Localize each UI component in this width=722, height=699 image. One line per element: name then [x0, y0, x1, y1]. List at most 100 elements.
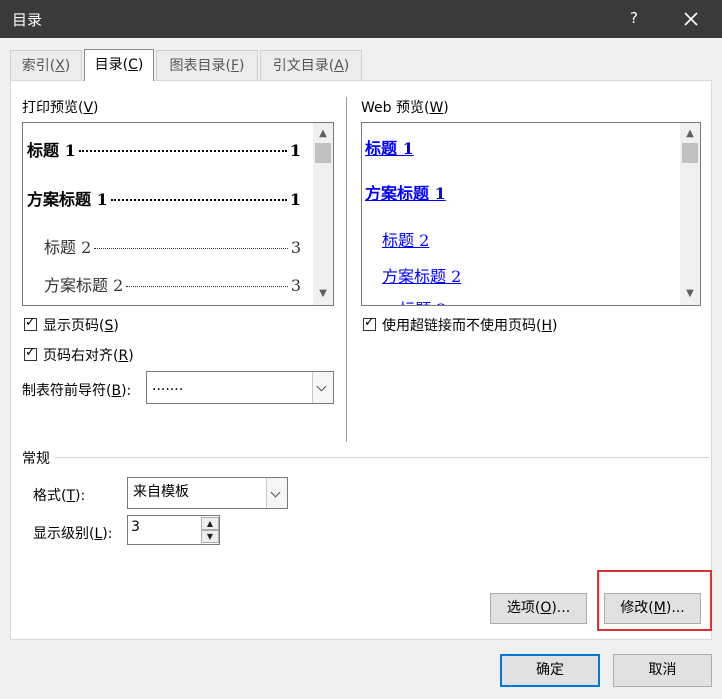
leader-dots	[110, 199, 287, 201]
tab-leader-select[interactable]: .......	[146, 371, 334, 404]
column-divider	[346, 97, 347, 442]
tab-label: 图表目录(	[169, 58, 231, 74]
label-text: 打印预览(	[22, 100, 84, 116]
group-divider	[55, 457, 710, 458]
web-preview-link[interactable]: 方案标题 1	[365, 180, 446, 204]
title-bar: 目录 ?	[0, 0, 722, 38]
dialog-title: 目录	[12, 11, 43, 29]
label-text: 使用超链接而不使用页码(	[382, 318, 542, 334]
web-preview-label: Web 预览(W)	[361, 97, 449, 117]
toc-panel: 打印预览(V) 标题 11 方案标题 11 标题 23 方案标题 23 ▲ ▼ …	[10, 80, 712, 640]
chevron-down-icon[interactable]	[312, 372, 333, 403]
print-preview-entry: 方案标题 2 3	[44, 272, 301, 296]
scroll-down-icon[interactable]: ▼	[313, 285, 333, 303]
web-preview-link[interactable]: 方案标题 2	[382, 263, 461, 287]
scroll-up-icon[interactable]: ▲	[313, 125, 333, 143]
tab-label-end: )	[343, 58, 350, 74]
format-label: 格式(T):	[33, 485, 85, 505]
scroll-thumb[interactable]	[315, 143, 331, 163]
chevron-down-icon[interactable]	[266, 478, 287, 508]
entry-text: 方案标题 1	[27, 190, 108, 209]
label-text: 格式(	[33, 488, 67, 504]
spinner-buttons: ▲ ▼	[201, 516, 219, 544]
right-align-label[interactable]: 页码右对齐(R)	[43, 345, 134, 365]
label-end: )	[93, 100, 99, 116]
button-label: 选项(	[506, 600, 541, 616]
tab-authorities[interactable]: 引文目录(A)	[260, 50, 362, 80]
highlight-annotation	[597, 570, 712, 631]
tab-label: 索引(	[21, 58, 56, 74]
leader-dots	[126, 286, 288, 287]
label-accesskey: V	[83, 100, 94, 116]
show-page-numbers-label[interactable]: 显示页码(S)	[43, 315, 119, 335]
web-preview-link[interactable]: 标题 3	[399, 296, 446, 305]
right-align-checkbox[interactable]	[24, 345, 37, 361]
label-accesskey: T	[66, 488, 76, 504]
entry-page: 1	[289, 141, 301, 160]
entry-text: 标题 2	[44, 238, 92, 257]
tab-toc[interactable]: 目录(C)	[84, 49, 154, 81]
tab-label-end: )	[64, 58, 71, 74]
web-preview-link[interactable]: 标题 1	[365, 135, 414, 159]
label-text: 页码右对齐(	[43, 348, 119, 364]
button-label-end: )...	[551, 600, 571, 616]
tab-leader-label: 制表符前导符(B):	[22, 380, 131, 400]
web-preview-box[interactable]: 标题 1 方案标题 1 标题 2 方案标题 2 标题 3 ▲ ▼	[361, 122, 701, 306]
help-button[interactable]: ?	[622, 6, 646, 30]
tab-label: 引文目录(	[272, 58, 335, 74]
general-heading: 常规	[22, 451, 50, 467]
spin-down-icon[interactable]: ▼	[201, 530, 219, 543]
tab-index[interactable]: 索引(X)	[10, 50, 82, 80]
scroll-up-icon[interactable]: ▲	[680, 125, 700, 143]
label-accesskey: W	[429, 100, 444, 116]
leader-dots	[94, 248, 288, 249]
format-select[interactable]: 来自模板	[127, 477, 288, 509]
tab-figures[interactable]: 图表目录(F)	[156, 50, 258, 80]
select-value: .......	[152, 378, 184, 394]
print-preview-entry: 标题 1 1	[27, 137, 301, 161]
label-text: Web 预览(	[361, 100, 430, 116]
show-levels-spinner[interactable]: 3 ▲ ▼	[127, 515, 220, 545]
spin-up-icon[interactable]: ▲	[201, 517, 219, 530]
select-value: 来自模板	[133, 484, 189, 500]
label-end: ):	[75, 488, 86, 504]
tab-accesskey: A	[334, 58, 344, 74]
cancel-button[interactable]: 取消	[613, 654, 712, 687]
label-accesskey: H	[541, 318, 552, 334]
label-end: )	[443, 100, 449, 116]
tab-accesskey: X	[55, 58, 65, 74]
label-end: ):	[102, 526, 113, 542]
entry-text: 标题 1	[27, 141, 76, 160]
label-text: 显示页码(	[43, 318, 105, 334]
button-accesskey: O	[540, 600, 552, 616]
tab-label-end: )	[137, 57, 144, 73]
print-preview-scrollbar[interactable]: ▲ ▼	[313, 123, 333, 305]
web-preview-scrollbar[interactable]: ▲ ▼	[680, 123, 700, 305]
tab-accesskey: F	[230, 58, 240, 74]
entry-page: 1	[289, 190, 301, 209]
close-button[interactable]	[678, 6, 704, 32]
entry-page: 3	[290, 276, 301, 295]
label-text: 制表符前导符(	[22, 383, 112, 399]
entry-page: 3	[290, 238, 301, 257]
label-text: 显示级别(	[33, 526, 95, 542]
scroll-down-icon[interactable]: ▼	[680, 285, 700, 303]
label-end: ):	[121, 383, 132, 399]
scroll-thumb[interactable]	[682, 143, 698, 163]
print-preview-entry: 标题 2 3	[44, 234, 301, 258]
use-hyperlinks-checkbox[interactable]	[363, 315, 376, 331]
label-accesskey: B	[111, 383, 122, 399]
show-page-numbers-checkbox[interactable]	[24, 315, 37, 331]
web-preview-link[interactable]: 标题 2	[382, 227, 429, 251]
ok-button[interactable]: 确定	[500, 654, 600, 687]
label-end: )	[113, 318, 119, 334]
leader-dots	[78, 150, 287, 152]
tab-label-end: )	[239, 58, 245, 74]
use-hyperlinks-label[interactable]: 使用超链接而不使用页码(H)	[382, 315, 557, 335]
close-icon	[684, 12, 698, 26]
print-preview-label: 打印预览(V)	[22, 97, 99, 117]
spinner-value[interactable]: 3	[131, 519, 140, 535]
print-preview-box[interactable]: 标题 1 1 方案标题 1 1 标题 2 3 方案标题 2 3 ▲ ▼	[22, 122, 334, 306]
options-button[interactable]: 选项(O)...	[490, 593, 587, 624]
print-preview-entry: 方案标题 1 1	[27, 186, 301, 210]
